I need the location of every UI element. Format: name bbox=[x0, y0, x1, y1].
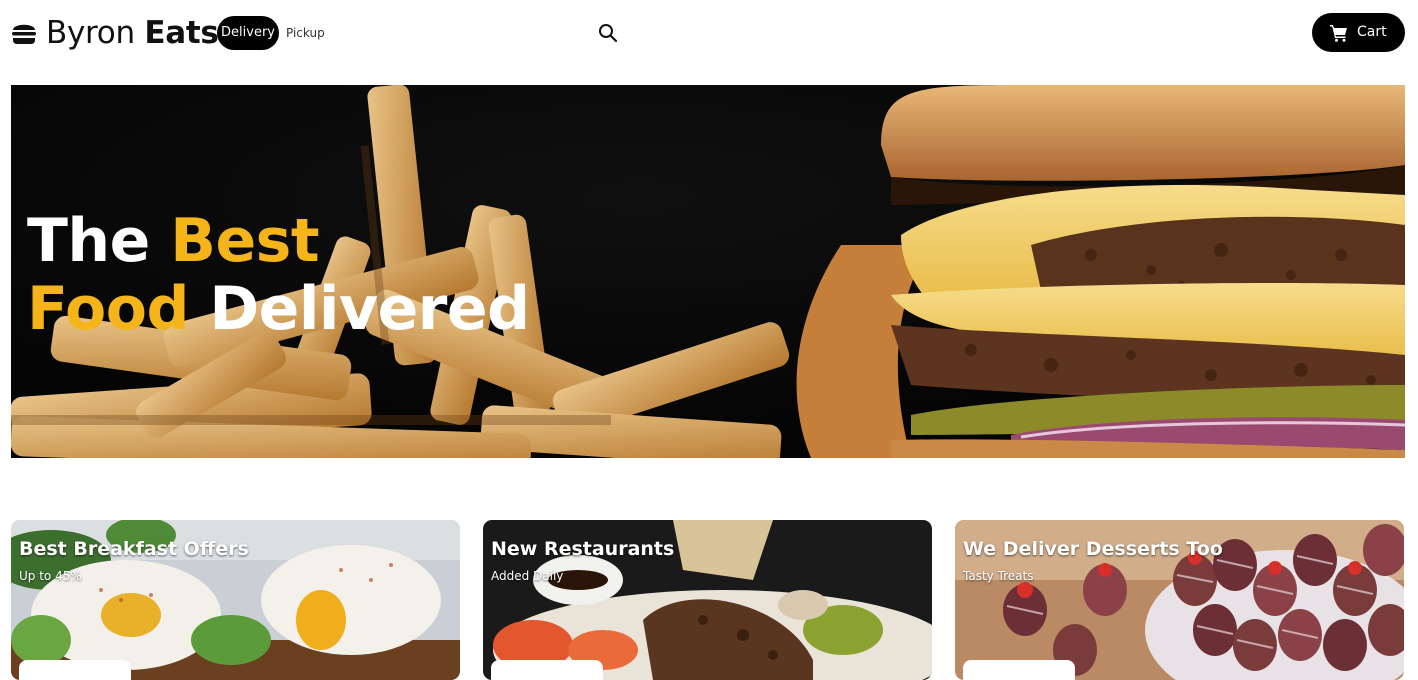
hero-heading-delivered: Delivered bbox=[209, 274, 530, 344]
cart-icon bbox=[1330, 25, 1347, 42]
top-nav: Byron Eats Delivery Pickup Cart bbox=[0, 0, 1418, 70]
card-subtitle: Added Daily bbox=[491, 569, 564, 583]
brand-name-light: Byron bbox=[46, 15, 135, 51]
hero-banner: The Best Food Delivered bbox=[11, 85, 1405, 458]
delivery-toggle[interactable]: Delivery bbox=[217, 16, 279, 50]
hero-heading: The Best Food Delivered bbox=[27, 207, 530, 343]
promo-card-desserts[interactable]: We Deliver Desserts Too Tasty Treats bbox=[955, 520, 1404, 680]
promo-card-restaurants[interactable]: New Restaurants Added Daily bbox=[483, 520, 932, 680]
hero-heading-the: The bbox=[27, 206, 150, 276]
card-title: Best Breakfast Offers bbox=[19, 538, 249, 560]
pickup-toggle[interactable]: Pickup bbox=[286, 16, 325, 50]
card-subtitle: Up to 45% bbox=[19, 569, 82, 583]
search-icon[interactable] bbox=[597, 22, 619, 44]
card-order-button[interactable] bbox=[963, 660, 1075, 680]
hero-heading-best: Best bbox=[170, 206, 320, 276]
brand-name-bold: Eats bbox=[144, 15, 219, 51]
card-subtitle: Tasty Treats bbox=[963, 569, 1034, 583]
hero-heading-food: Food bbox=[27, 274, 189, 344]
card-order-button[interactable] bbox=[19, 660, 131, 680]
cart-button[interactable]: Cart bbox=[1312, 13, 1405, 52]
burger-icon bbox=[12, 24, 36, 44]
card-title: New Restaurants bbox=[491, 538, 675, 560]
brand-name[interactable]: Byron Eats bbox=[46, 13, 219, 53]
card-title: We Deliver Desserts Too bbox=[963, 538, 1223, 560]
card-order-button[interactable] bbox=[491, 660, 603, 680]
promo-card-breakfast[interactable]: Best Breakfast Offers Up to 45% bbox=[11, 520, 460, 680]
cart-label: Cart bbox=[1357, 24, 1387, 40]
